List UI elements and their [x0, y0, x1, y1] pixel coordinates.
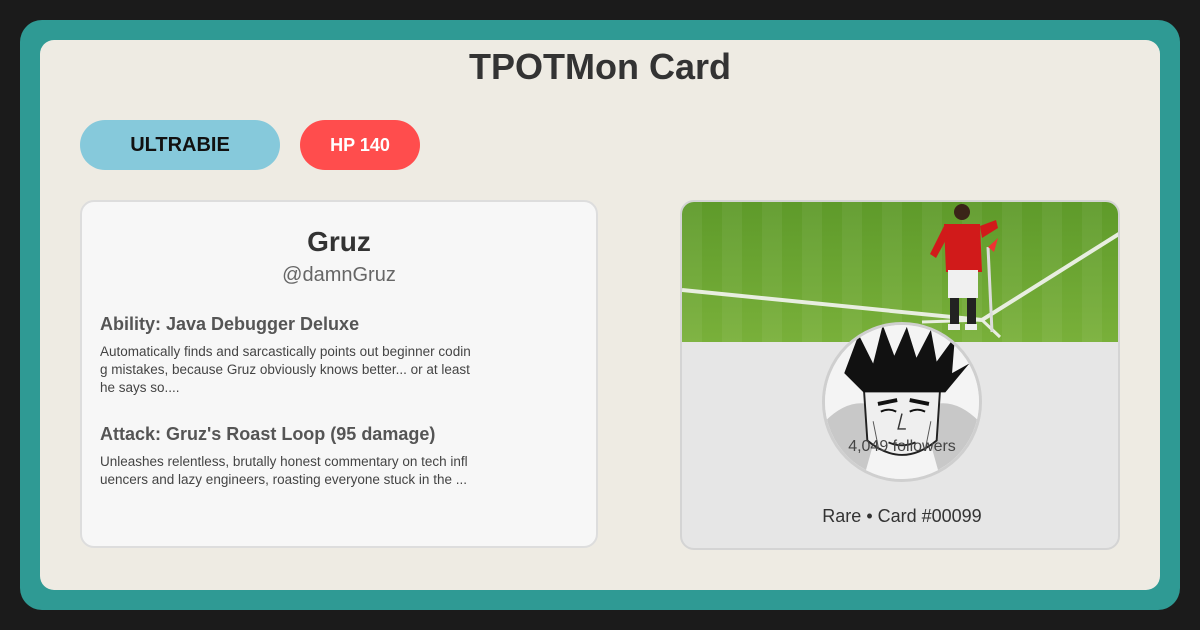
photo-panel: 4,049 followers Rare • Card #00099 [680, 200, 1120, 550]
avatar [822, 322, 982, 482]
ability-title: Ability: Java Debugger Deluxe [100, 314, 360, 334]
type-badge: ULTRABIE [80, 120, 280, 170]
profile-name: Gruz [307, 226, 371, 257]
info-panel: Gruz @damnGruz Ability: Java Debugger De… [80, 200, 598, 548]
banner-image [682, 202, 1118, 342]
rarity-line: Rare • Card #00099 [822, 506, 982, 526]
ability-description: Automatically finds and sarcastically po… [100, 344, 471, 395]
page-title: TPOTMon Card [469, 46, 731, 87]
hp-badge: HP 140 [300, 120, 420, 170]
profile-handle: @damnGruz [282, 264, 396, 286]
follower-count: 4,049 followers [848, 438, 956, 455]
attack-title: Attack: Gruz's Roast Loop (95 damage) [100, 424, 436, 444]
attack-description: Unleashes relentless, brutally honest co… [100, 454, 468, 487]
